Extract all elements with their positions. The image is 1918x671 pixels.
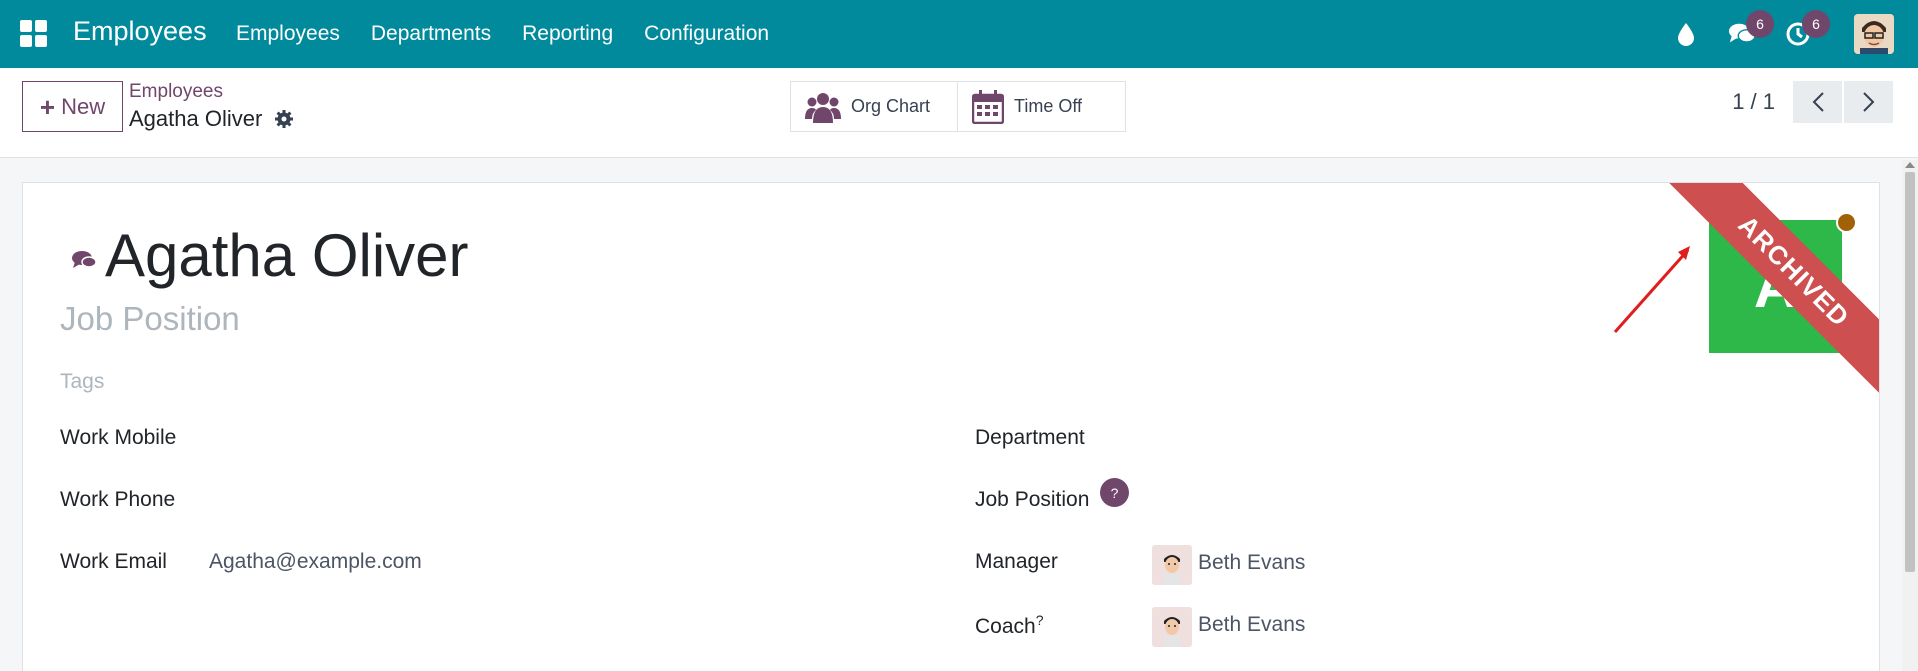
- new-button[interactable]: + New: [22, 81, 123, 132]
- menu-departments[interactable]: Departments: [371, 22, 491, 46]
- main-menu: Employees Departments Reporting Configur…: [236, 22, 769, 46]
- chevron-left-icon: [1812, 92, 1824, 112]
- pager-value[interactable]: 1 / 1: [1732, 89, 1775, 115]
- pager-next-button[interactable]: [1844, 81, 1893, 123]
- user-avatar[interactable]: [1854, 14, 1894, 54]
- work-mobile-label: Work Mobile: [60, 426, 177, 449]
- gear-icon[interactable]: [274, 109, 294, 129]
- form-sheet: Agatha Oliver Job Position Tags Work Mob…: [22, 182, 1880, 671]
- messages-button[interactable]: 6: [1728, 10, 1774, 48]
- breadcrumb-current: Agatha Oliver: [129, 106, 263, 131]
- work-phone-label: Work Phone: [60, 488, 176, 511]
- org-chart-label: Org Chart: [851, 96, 931, 116]
- org-chart-button[interactable]: Org Chart: [790, 81, 958, 132]
- coach-help-icon[interactable]: ?: [1036, 612, 1044, 628]
- breadcrumb: Agatha Oliver: [129, 106, 294, 132]
- plus-icon: +: [39, 91, 56, 122]
- messages-badge: 6: [1746, 10, 1774, 38]
- smart-buttons: Org Chart Time Off: [790, 81, 1126, 132]
- department-label: Department: [975, 426, 1085, 449]
- employee-name[interactable]: Agatha Oliver: [105, 221, 469, 290]
- pager-previous-button[interactable]: [1793, 81, 1842, 123]
- scroll-up-icon[interactable]: [1905, 162, 1915, 168]
- tags-input[interactable]: Tags: [60, 370, 104, 394]
- job-title-input[interactable]: Job Position: [60, 300, 240, 338]
- users-icon: [805, 92, 841, 123]
- drop-icon[interactable]: [1672, 20, 1700, 48]
- time-off-button[interactable]: Time Off: [958, 81, 1126, 132]
- scroll-thumb[interactable]: [1905, 172, 1915, 572]
- coach-label-text: Coach: [975, 615, 1036, 638]
- chat-icon[interactable]: [71, 249, 97, 271]
- apps-grid-icon[interactable]: [20, 20, 47, 47]
- coach-field[interactable]: Beth Evans: [1198, 613, 1305, 637]
- calendar-icon: [972, 89, 1004, 124]
- breadcrumb-parent[interactable]: Employees: [129, 81, 223, 103]
- pager: 1 / 1: [1732, 81, 1893, 123]
- menu-employees[interactable]: Employees: [236, 22, 340, 46]
- manager-field[interactable]: Beth Evans: [1198, 551, 1305, 575]
- activities-badge: 6: [1802, 10, 1830, 38]
- menu-configuration[interactable]: Configuration: [644, 22, 769, 46]
- job-position-help-icon[interactable]: ?: [1100, 478, 1129, 507]
- manager-avatar: [1152, 545, 1192, 585]
- annotation-arrow-icon: [1613, 246, 1690, 333]
- coach-label: Coach?: [975, 612, 1044, 639]
- work-email-field[interactable]: Agatha@example.com: [209, 550, 422, 574]
- systray: 6 6: [1672, 0, 1894, 68]
- app-brand[interactable]: Employees: [73, 16, 207, 47]
- menu-reporting[interactable]: Reporting: [522, 22, 613, 46]
- job-position-label: Job Position: [975, 488, 1090, 511]
- work-email-label: Work Email: [60, 550, 167, 573]
- coach-avatar: [1152, 607, 1192, 647]
- manager-label: Manager: [975, 550, 1058, 573]
- time-off-label: Time Off: [1014, 96, 1083, 116]
- top-navbar: Employees Employees Departments Reportin…: [0, 0, 1918, 68]
- new-button-label: New: [61, 93, 106, 119]
- activities-button[interactable]: 6: [1784, 10, 1830, 48]
- control-panel: + New Employees Agatha Oliver Org Chart …: [0, 68, 1918, 158]
- page-scrollbar[interactable]: [1902, 160, 1918, 671]
- chevron-right-icon: [1862, 92, 1874, 112]
